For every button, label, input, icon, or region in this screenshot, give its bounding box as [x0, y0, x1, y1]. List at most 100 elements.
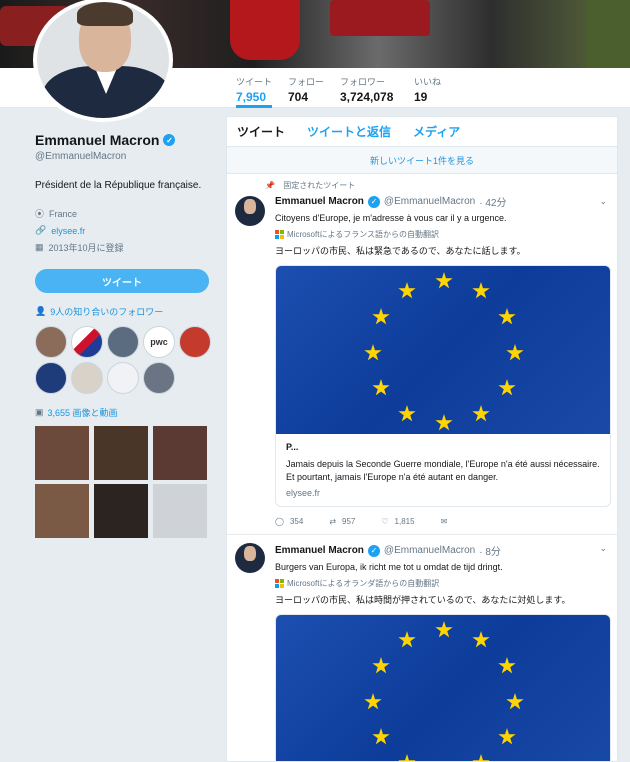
profile-avatar[interactable] — [33, 0, 173, 122]
card-title: P... — [286, 442, 299, 452]
flag-star — [435, 414, 453, 431]
profile-joined: 2013年10月に登録 — [48, 243, 124, 253]
tab-tweets[interactable]: ツイート — [237, 123, 285, 140]
retweet-icon: ⇄ — [329, 517, 337, 526]
tweet-author-name[interactable]: Emmanuel Macron — [275, 196, 364, 207]
flag-star — [372, 379, 390, 396]
calendar-icon: ▦ — [35, 242, 44, 252]
translation-source: Microsoftによるオランダ語からの自動翻訳 — [287, 579, 440, 588]
verified-icon: ✓ — [367, 544, 380, 557]
nav-followers-count: 3,724,078 — [340, 90, 394, 104]
tweet[interactable]: 📌 固定されたツイート ⌄ Emmanuel Macron ✓ @Emmanue… — [227, 174, 617, 535]
tweet-author-handle[interactable]: @EmmanuelMacron — [384, 545, 475, 556]
tab-media[interactable]: メディア — [413, 123, 460, 140]
nav-likes[interactable]: いいね 19 — [414, 75, 441, 104]
link-card[interactable] — [275, 614, 611, 761]
flag-star — [472, 754, 490, 761]
flag-star — [372, 657, 390, 674]
flag-star — [398, 631, 416, 648]
media-thumbnail[interactable] — [35, 426, 89, 480]
people-icon: 👤 — [35, 306, 47, 316]
flag-star — [472, 282, 490, 299]
tweet[interactable]: ⌄ Emmanuel Macron ✓ @EmmanuelMacron · 8分… — [227, 535, 617, 761]
media-thumbnail[interactable] — [35, 484, 89, 538]
card-url: elysee.fr — [286, 488, 321, 498]
retweet-button[interactable]: ⇄ 957 — [329, 517, 355, 526]
card-body: P... Jamais depuis la Seconde Guerre mon… — [276, 434, 610, 506]
media-thumbnail[interactable] — [94, 426, 148, 480]
verified-icon: ✓ — [163, 134, 176, 146]
media-thumbnail[interactable] — [94, 484, 148, 538]
pin-icon: 📌 — [265, 181, 275, 190]
nav-followers[interactable]: フォロワー 3,724,078 — [340, 75, 393, 104]
profile-handle[interactable]: @EmmanuelMacron — [35, 151, 215, 162]
translation-source: Microsoftによるフランス語からの自動翻訳 — [287, 230, 440, 239]
eu-flag-image — [276, 266, 610, 434]
flag-star — [398, 282, 416, 299]
timeline: ツイート ツイートと返信 メディア 新しいツイート1件を見る 📌 固定されたツイ… — [226, 116, 618, 762]
media-thumbnail[interactable] — [153, 426, 207, 480]
profile-bio: Président de la République française. — [35, 180, 202, 191]
tweet-time[interactable]: · 42分 — [479, 194, 506, 209]
joined-row: ▦ 2013年10月に登録 — [35, 239, 215, 256]
profile-location[interactable]: France — [49, 209, 77, 219]
envelope-icon: ✉ — [440, 517, 448, 526]
tweet-translation: ヨーロッパの市民、私は時間が押されているので、あなたに対処します。 — [275, 595, 571, 605]
tweet-author-name[interactable]: Emmanuel Macron — [275, 545, 364, 556]
flag-star — [498, 728, 516, 745]
location-row: ⦿ France — [35, 205, 215, 222]
follower-avatar[interactable] — [71, 326, 103, 358]
nav-followers-label: フォロワー — [340, 77, 386, 87]
direct-message-button[interactable]: ✉ — [441, 517, 448, 526]
tweet-header: Emmanuel Macron ✓ @EmmanuelMacron · 8分 — [275, 543, 607, 558]
follower-avatar[interactable] — [35, 326, 67, 358]
flag-star — [498, 308, 516, 325]
flag-star — [372, 308, 390, 325]
like-button[interactable]: ♡ 1,815 — [381, 517, 414, 526]
media-count-label: 3,655 画像と動画 — [47, 408, 118, 418]
chevron-down-icon[interactable]: ⌄ — [599, 543, 607, 554]
nav-tweets[interactable]: ツイート 7,950 — [236, 75, 273, 108]
media-grid — [35, 426, 215, 538]
flag-star — [435, 272, 453, 289]
nav-likes-count: 19 — [414, 90, 428, 104]
tweet-time[interactable]: · 8分 — [479, 543, 501, 558]
link-card[interactable]: P... Jamais depuis la Seconde Guerre mon… — [275, 265, 611, 507]
follower-avatar[interactable] — [179, 326, 211, 358]
reply-count: 354 — [289, 517, 304, 526]
nav-following[interactable]: フォロー 704 — [288, 75, 324, 104]
followers-you-know-header[interactable]: 👤 9人の知り合いのフォロワー — [35, 305, 215, 318]
flag-star — [364, 344, 382, 361]
nav-tweets-count: 7,950 — [236, 90, 267, 104]
nav-likes-label: いいね — [414, 77, 442, 87]
timeline-tabs: ツイート ツイートと返信 メディア — [227, 117, 617, 147]
card-description: Jamais depuis la Seconde Guerre mondiale… — [286, 459, 600, 482]
chevron-down-icon[interactable]: ⌄ — [599, 196, 607, 207]
reply-icon: ◯ — [275, 517, 284, 526]
flag-star — [498, 379, 516, 396]
reply-button[interactable]: ◯ 354 — [275, 517, 303, 526]
tweet-header: Emmanuel Macron ✓ @EmmanuelMacron · 42分 — [275, 194, 607, 209]
tweet-avatar[interactable] — [235, 543, 265, 573]
tweet-author-handle[interactable]: @EmmanuelMacron — [384, 196, 475, 207]
tweet-actions: ◯ 354 ⇄ 957 ♡ 1,815 ✉ — [275, 517, 607, 526]
follower-avatar[interactable] — [35, 362, 67, 394]
follower-avatar[interactable] — [143, 362, 175, 394]
media-header[interactable]: ▣ 3,655 画像と動画 — [35, 406, 215, 419]
tab-tweets-and-replies[interactable]: ツイートと返信 — [307, 123, 391, 140]
media-thumbnail[interactable] — [153, 484, 207, 538]
follower-avatar[interactable]: pwc — [143, 326, 175, 358]
verified-icon: ✓ — [367, 195, 380, 208]
profile-name[interactable]: Emmanuel Macron — [35, 132, 159, 148]
new-tweets-bar[interactable]: 新しいツイート1件を見る — [227, 147, 617, 174]
tweet-button[interactable]: ツイート — [35, 269, 209, 293]
follower-avatar[interactable] — [107, 362, 139, 394]
link-icon: 🔗 — [35, 225, 47, 235]
follower-avatar[interactable] — [107, 326, 139, 358]
heart-icon: ♡ — [381, 517, 389, 526]
tweet-avatar[interactable] — [235, 196, 265, 226]
profile-website[interactable]: elysee.fr — [51, 226, 85, 236]
flag-star — [435, 621, 453, 638]
flag-star — [472, 631, 490, 648]
follower-avatar[interactable] — [71, 362, 103, 394]
